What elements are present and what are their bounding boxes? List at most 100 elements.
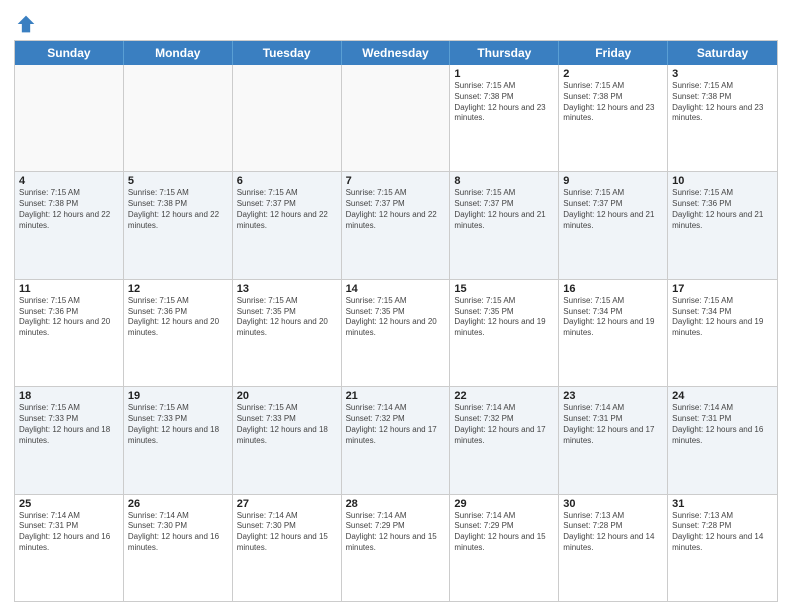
day-number: 20 [237, 390, 337, 402]
header-day-thursday: Thursday [450, 41, 559, 65]
day-info: Sunrise: 7:14 AMSunset: 7:32 PMDaylight:… [454, 403, 554, 446]
day-cell-22: 22Sunrise: 7:14 AMSunset: 7:32 PMDayligh… [450, 387, 559, 493]
day-cell-6: 6Sunrise: 7:15 AMSunset: 7:37 PMDaylight… [233, 172, 342, 278]
day-info: Sunrise: 7:15 AMSunset: 7:38 PMDaylight:… [672, 81, 773, 124]
day-info: Sunrise: 7:15 AMSunset: 7:38 PMDaylight:… [128, 188, 228, 231]
empty-cell-0-0 [15, 65, 124, 171]
day-info: Sunrise: 7:15 AMSunset: 7:36 PMDaylight:… [128, 296, 228, 339]
day-cell-19: 19Sunrise: 7:15 AMSunset: 7:33 PMDayligh… [124, 387, 233, 493]
day-cell-21: 21Sunrise: 7:14 AMSunset: 7:32 PMDayligh… [342, 387, 451, 493]
day-number: 1 [454, 68, 554, 80]
day-number: 30 [563, 498, 663, 510]
day-cell-27: 27Sunrise: 7:14 AMSunset: 7:30 PMDayligh… [233, 495, 342, 601]
day-info: Sunrise: 7:14 AMSunset: 7:32 PMDaylight:… [346, 403, 446, 446]
header-day-saturday: Saturday [668, 41, 777, 65]
day-cell-4: 4Sunrise: 7:15 AMSunset: 7:38 PMDaylight… [15, 172, 124, 278]
day-info: Sunrise: 7:15 AMSunset: 7:37 PMDaylight:… [454, 188, 554, 231]
day-info: Sunrise: 7:15 AMSunset: 7:38 PMDaylight:… [454, 81, 554, 124]
day-number: 16 [563, 283, 663, 295]
header-day-sunday: Sunday [15, 41, 124, 65]
day-info: Sunrise: 7:15 AMSunset: 7:35 PMDaylight:… [346, 296, 446, 339]
day-number: 22 [454, 390, 554, 402]
day-info: Sunrise: 7:15 AMSunset: 7:37 PMDaylight:… [563, 188, 663, 231]
calendar-row-1: 4 Sunrise: 7:15 AMSunset: 7:38 PMDaylight… [15, 171, 777, 278]
day-number: 26 [128, 498, 228, 510]
day-cell-13: 13Sunrise: 7:15 AMSunset: 7:35 PMDayligh… [233, 280, 342, 386]
day-number: 10 [672, 175, 773, 187]
day-info: Sunrise: 7:15 AMSunset: 7:36 PMDaylight:… [19, 296, 119, 339]
calendar: SundayMondayTuesdayWednesdayThursdayFrid… [14, 40, 778, 602]
calendar-header: SundayMondayTuesdayWednesdayThursdayFrid… [15, 41, 777, 65]
day-info: Sunrise: 7:15 AMSunset: 7:36 PMDaylight:… [672, 188, 773, 231]
day-number: 7 [346, 175, 446, 187]
day-cell-31: 31Sunrise: 7:13 AMSunset: 7:28 PMDayligh… [668, 495, 777, 601]
day-number: 4 [19, 175, 119, 187]
day-number: 3 [672, 68, 773, 80]
day-number: 31 [672, 498, 773, 510]
day-cell-24: 24Sunrise: 7:14 AMSunset: 7:31 PMDayligh… [668, 387, 777, 493]
day-cell-26: 26Sunrise: 7:14 AMSunset: 7:30 PMDayligh… [124, 495, 233, 601]
day-cell-18: 18Sunrise: 7:15 AMSunset: 7:33 PMDayligh… [15, 387, 124, 493]
day-number: 14 [346, 283, 446, 295]
day-number: 17 [672, 283, 773, 295]
header-day-wednesday: Wednesday [342, 41, 451, 65]
day-cell-7: 7Sunrise: 7:15 AMSunset: 7:37 PMDaylight… [342, 172, 451, 278]
day-number: 13 [237, 283, 337, 295]
page: SundayMondayTuesdayWednesdayThursdayFrid… [0, 0, 792, 612]
day-number: 6 [237, 175, 337, 187]
day-info: Sunrise: 7:14 AMSunset: 7:31 PMDaylight:… [672, 403, 773, 446]
calendar-row-0: 1Sunrise: 7:15 AMSunset: 7:38 PMDaylight… [15, 65, 777, 171]
day-info: Sunrise: 7:14 AMSunset: 7:29 PMDaylight:… [454, 511, 554, 554]
day-info: Sunrise: 7:15 AMSunset: 7:37 PMDaylight:… [237, 188, 337, 231]
empty-cell-0-3 [342, 65, 451, 171]
calendar-row-4: 25Sunrise: 7:14 AMSunset: 7:31 PMDayligh… [15, 494, 777, 601]
day-number: 19 [128, 390, 228, 402]
empty-cell-0-2 [233, 65, 342, 171]
day-info: Sunrise: 7:15 AMSunset: 7:33 PMDaylight:… [19, 403, 119, 446]
day-number: 11 [19, 283, 119, 295]
day-cell-20: 20Sunrise: 7:15 AMSunset: 7:33 PMDayligh… [233, 387, 342, 493]
logo [14, 10, 36, 34]
day-info: Sunrise: 7:15 AMSunset: 7:34 PMDaylight:… [672, 296, 773, 339]
day-cell-10: 10Sunrise: 7:15 AMSunset: 7:36 PMDayligh… [668, 172, 777, 278]
day-number: 24 [672, 390, 773, 402]
day-info: Sunrise: 7:15 AMSunset: 7:38 PMDaylight:… [563, 81, 663, 124]
day-cell-14: 14Sunrise: 7:15 AMSunset: 7:35 PMDayligh… [342, 280, 451, 386]
day-cell-3: 3Sunrise: 7:15 AMSunset: 7:38 PMDaylight… [668, 65, 777, 171]
day-number: 18 [19, 390, 119, 402]
day-number: 27 [237, 498, 337, 510]
day-cell-30: 30Sunrise: 7:13 AMSunset: 7:28 PMDayligh… [559, 495, 668, 601]
header-day-monday: Monday [124, 41, 233, 65]
day-number: 2 [563, 68, 663, 80]
header [14, 10, 778, 34]
calendar-row-2: 11Sunrise: 7:15 AMSunset: 7:36 PMDayligh… [15, 279, 777, 386]
day-info: Sunrise: 7:13 AMSunset: 7:28 PMDaylight:… [563, 511, 663, 554]
day-info: Sunrise: 7:14 AMSunset: 7:31 PMDaylight:… [563, 403, 663, 446]
calendar-row-3: 18Sunrise: 7:15 AMSunset: 7:33 PMDayligh… [15, 386, 777, 493]
calendar-body: 1Sunrise: 7:15 AMSunset: 7:38 PMDaylight… [15, 65, 777, 601]
day-number: 23 [563, 390, 663, 402]
day-info: Sunrise: 7:14 AMSunset: 7:29 PMDaylight:… [346, 511, 446, 554]
day-cell-9: 9Sunrise: 7:15 AMSunset: 7:37 PMDaylight… [559, 172, 668, 278]
day-number: 15 [454, 283, 554, 295]
day-cell-12: 12Sunrise: 7:15 AMSunset: 7:36 PMDayligh… [124, 280, 233, 386]
day-number: 12 [128, 283, 228, 295]
day-info: Sunrise: 7:15 AMSunset: 7:35 PMDaylight:… [454, 296, 554, 339]
header-day-tuesday: Tuesday [233, 41, 342, 65]
day-cell-5: 5Sunrise: 7:15 AMSunset: 7:38 PMDaylight… [124, 172, 233, 278]
header-day-friday: Friday [559, 41, 668, 65]
day-cell-2: 2Sunrise: 7:15 AMSunset: 7:38 PMDaylight… [559, 65, 668, 171]
day-info: Sunrise: 7:14 AMSunset: 7:31 PMDaylight:… [19, 511, 119, 554]
empty-cell-0-1 [124, 65, 233, 171]
day-cell-8: 8Sunrise: 7:15 AMSunset: 7:37 PMDaylight… [450, 172, 559, 278]
day-cell-29: 29Sunrise: 7:14 AMSunset: 7:29 PMDayligh… [450, 495, 559, 601]
day-number: 9 [563, 175, 663, 187]
day-number: 29 [454, 498, 554, 510]
day-number: 5 [128, 175, 228, 187]
day-info: Sunrise: 7:15 AMSunset: 7:34 PMDaylight:… [563, 296, 663, 339]
day-cell-11: 11Sunrise: 7:15 AMSunset: 7:36 PMDayligh… [15, 280, 124, 386]
day-info: Sunrise: 7:14 AMSunset: 7:30 PMDaylight:… [128, 511, 228, 554]
day-cell-23: 23Sunrise: 7:14 AMSunset: 7:31 PMDayligh… [559, 387, 668, 493]
day-info: Sunrise: 7:14 AMSunset: 7:30 PMDaylight:… [237, 511, 337, 554]
day-number: 25 [19, 498, 119, 510]
